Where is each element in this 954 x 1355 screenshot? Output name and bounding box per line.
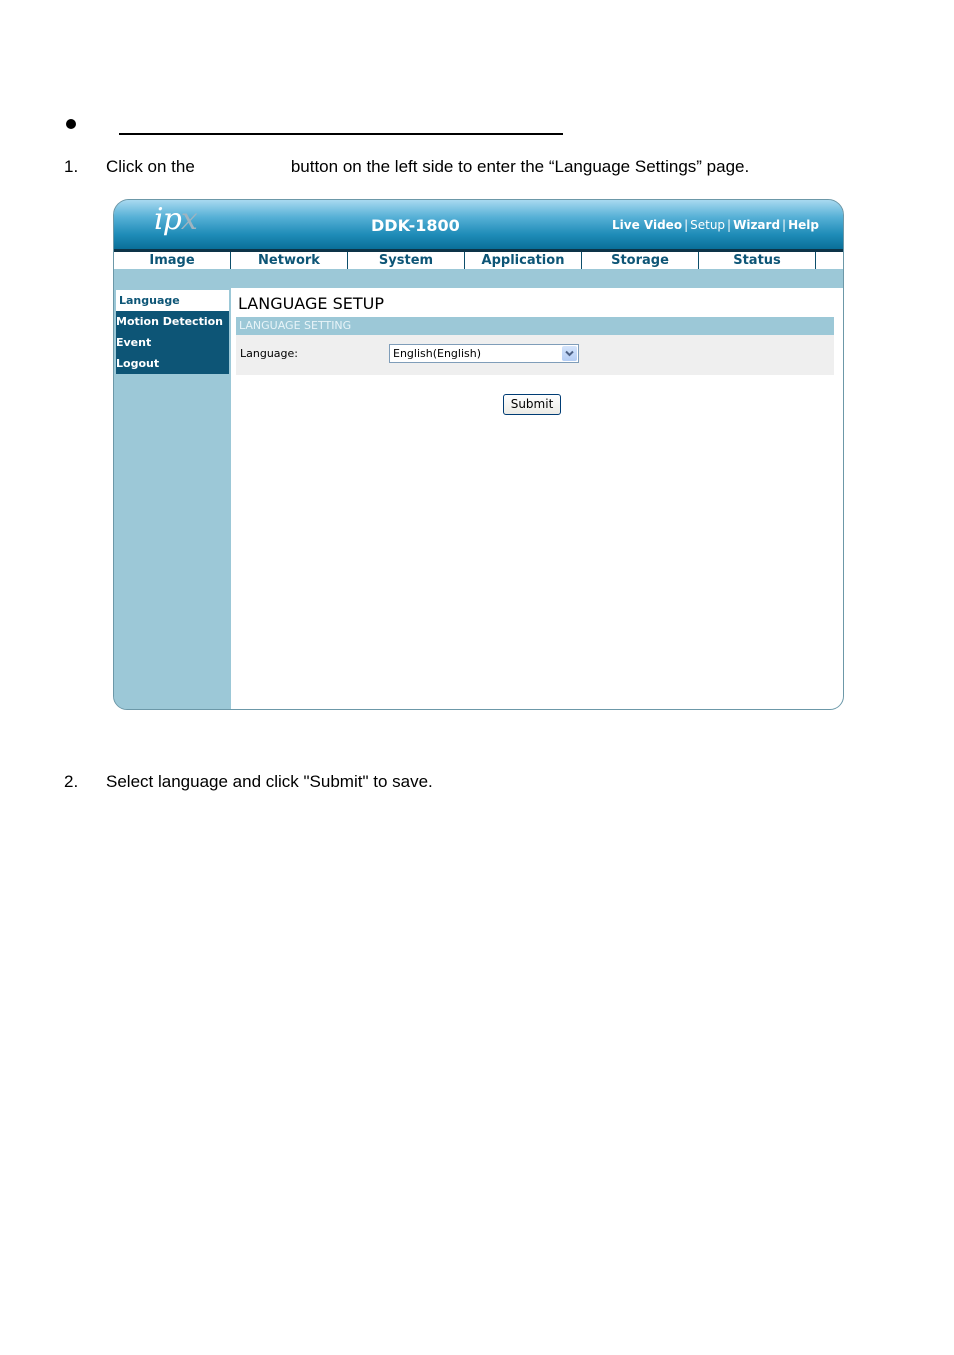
tab-image[interactable]: Image bbox=[114, 252, 231, 269]
step-text-before: Click on the bbox=[106, 157, 195, 176]
sidebar-item-logout[interactable]: Logout bbox=[116, 353, 229, 374]
step-text-after: button on the left side to enter the “La… bbox=[290, 157, 750, 176]
camera-setup-screenshot: ipx DDK-1800 Live Video | Setup | Wizard | Hel… bbox=[113, 199, 844, 710]
header-banner: ipx DDK-1800 Live Video | Setup | Wizard | Hel… bbox=[114, 200, 843, 252]
tab-storage[interactable]: Storage bbox=[582, 252, 699, 269]
step-number: 1. bbox=[64, 157, 79, 176]
main-tabs: Image Network System Application Storage… bbox=[114, 252, 843, 269]
sub-header-band bbox=[114, 269, 843, 288]
step-text: Select language and click "Submit" to sa… bbox=[106, 772, 433, 791]
language-label: Language: bbox=[240, 347, 298, 360]
sidebar-item-event[interactable]: Event bbox=[116, 332, 229, 353]
content-panel: LANGUAGE SETUP LANGUAGE SETTING Language… bbox=[231, 288, 843, 709]
tab-system[interactable]: System bbox=[348, 252, 465, 269]
top-links: Live Video | Setup | Wizard | Help bbox=[612, 218, 819, 232]
ipx-logo: ipx bbox=[154, 202, 198, 237]
step-2: 2. Select language and click "Submit" to … bbox=[64, 772, 433, 792]
bullet-icon bbox=[66, 119, 76, 129]
sidebar: Language Motion Detection Event Logout bbox=[114, 288, 231, 709]
language-select[interactable]: English(English) bbox=[389, 344, 579, 363]
section-header: LANGUAGE SETTING bbox=[236, 317, 834, 335]
heading-underline bbox=[119, 133, 563, 135]
language-row: Language: English(English) bbox=[236, 335, 834, 375]
submit-button[interactable]: Submit bbox=[503, 394, 561, 415]
language-select-value: English(English) bbox=[393, 347, 482, 360]
sidebar-item-motion-detection[interactable]: Motion Detection bbox=[116, 311, 229, 332]
tab-network[interactable]: Network bbox=[231, 252, 348, 269]
page-title: LANGUAGE SETUP bbox=[238, 294, 384, 313]
tab-status[interactable]: Status bbox=[699, 252, 816, 269]
step-1: 1. Click on the button on the left side to… bbox=[64, 157, 749, 177]
sidebar-menu: Language Motion Detection Event Logout bbox=[116, 290, 229, 374]
live-video-link[interactable]: Live Video bbox=[612, 218, 682, 232]
help-link[interactable]: Help bbox=[788, 218, 819, 232]
setup-link[interactable]: Setup bbox=[690, 218, 725, 232]
tab-application[interactable]: Application bbox=[465, 252, 582, 269]
chevron-down-icon[interactable] bbox=[562, 346, 577, 361]
model-name: DDK-1800 bbox=[371, 216, 460, 235]
step-number: 2. bbox=[64, 772, 79, 791]
sidebar-item-language[interactable]: Language bbox=[116, 290, 229, 311]
wizard-link[interactable]: Wizard bbox=[733, 218, 780, 232]
